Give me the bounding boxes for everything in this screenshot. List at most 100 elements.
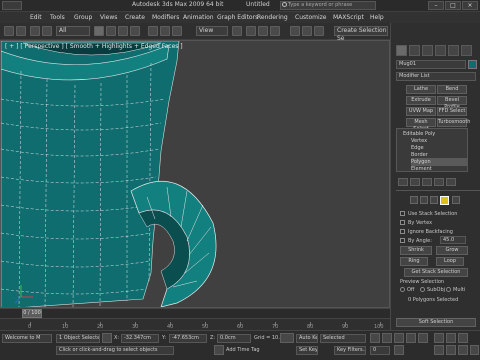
create-tab-icon[interactable] <box>396 45 407 56</box>
select-object-icon[interactable] <box>94 26 104 36</box>
next-frame-icon[interactable] <box>406 333 416 343</box>
unlink-icon[interactable] <box>42 26 52 36</box>
angle-snap-icon[interactable] <box>258 26 268 36</box>
menu-create[interactable]: Create <box>125 14 145 22</box>
configure-modifier-sets-icon[interactable] <box>446 178 456 186</box>
modifier-stack[interactable]: Editable Poly Vertex Edge Border Polygon… <box>396 128 468 172</box>
make-unique-icon[interactable] <box>422 178 432 186</box>
soft-selection-rollout[interactable]: Soft Selection <box>396 318 476 327</box>
time-slider-track[interactable] <box>0 308 390 318</box>
snap-toggle-icon[interactable] <box>246 26 256 36</box>
track-bar[interactable] <box>0 318 390 330</box>
key-icon[interactable] <box>280 333 294 343</box>
menu-edit[interactable]: Edit <box>30 14 42 22</box>
layer-manager-icon[interactable] <box>314 26 324 36</box>
time-tag-icon[interactable] <box>214 345 224 355</box>
bevel-profile-button[interactable]: Bevel Profile <box>437 96 467 110</box>
polygon-mode-icon[interactable] <box>440 196 449 205</box>
modify-tab-icon[interactable] <box>409 45 420 56</box>
orbit-icon[interactable] <box>458 345 468 355</box>
pin-stack-icon[interactable] <box>398 178 408 186</box>
show-end-result-icon[interactable] <box>410 178 420 186</box>
menu-help[interactable]: Help <box>370 14 384 22</box>
redo-icon[interactable] <box>16 26 26 36</box>
go-to-start-icon[interactable] <box>370 333 380 343</box>
loop-button[interactable]: Loop <box>436 257 464 266</box>
maxscript-listener-field[interactable]: Welcome to M <box>2 334 52 343</box>
menu-views[interactable]: Views <box>100 14 117 22</box>
display-tab-icon[interactable] <box>448 45 459 56</box>
go-to-end-icon[interactable] <box>418 333 428 343</box>
uvw-map-button[interactable]: UVW Map <box>406 107 436 116</box>
menu-group[interactable]: Group <box>74 14 92 22</box>
edge-mode-icon[interactable] <box>420 196 428 204</box>
menu-graph-editors[interactable]: Graph Editors <box>217 14 258 22</box>
zoom-extents-icon[interactable] <box>458 333 468 343</box>
rectangle-selection-icon[interactable] <box>118 26 128 36</box>
lathe-button[interactable]: Lathe <box>406 85 436 94</box>
key-mode-dropdown[interactable]: Selected <box>320 334 366 343</box>
by-angle-spinner[interactable]: 45.0 <box>440 236 466 244</box>
menu-maxscript[interactable]: MAXScript <box>333 14 364 22</box>
pan-view-icon[interactable] <box>446 345 456 355</box>
search-input[interactable]: Type a keyword or phrase <box>280 1 376 10</box>
window-crossing-icon[interactable] <box>130 26 140 36</box>
ffd-select-button[interactable]: FFD Select <box>437 107 467 116</box>
key-filters-button[interactable]: Key Filters... <box>334 346 366 355</box>
scale-icon[interactable] <box>172 26 182 36</box>
undo-icon[interactable] <box>4 26 14 36</box>
zoom-icon[interactable] <box>434 333 444 343</box>
lock-selection-icon[interactable] <box>102 333 112 343</box>
ignore-backfacing-checkbox[interactable] <box>400 229 405 234</box>
minimize-button[interactable]: – <box>428 1 444 10</box>
object-name-field[interactable]: Mug01 <box>396 60 466 69</box>
align-icon[interactable] <box>302 26 312 36</box>
ring-button[interactable]: Ring <box>400 257 428 266</box>
maximize-button[interactable]: □ <box>445 1 461 10</box>
link-icon[interactable] <box>30 26 40 36</box>
menu-customize[interactable]: Customize <box>295 14 327 22</box>
grow-button[interactable]: Grow <box>436 246 468 255</box>
current-frame-field[interactable]: 0 <box>370 346 390 355</box>
menu-animation[interactable]: Animation <box>183 14 214 22</box>
preview-subobj-radio[interactable] <box>420 287 425 292</box>
mesh-select-button[interactable]: Mesh Select <box>406 118 436 132</box>
modifier-list-dropdown[interactable]: Modifier List <box>396 72 476 81</box>
by-angle-checkbox[interactable] <box>400 238 405 243</box>
pivot-center-icon[interactable] <box>232 26 242 36</box>
preview-multi-radio[interactable] <box>446 287 451 292</box>
menu-modifiers[interactable]: Modifiers <box>152 14 179 22</box>
perspective-viewport[interactable]: [ + ] [ Perspective ] [ Smooth + Highlig… <box>0 40 390 308</box>
named-selection-dropdown[interactable]: Create Selection Se <box>334 26 388 42</box>
hierarchy-tab-icon[interactable] <box>422 45 433 56</box>
shrink-button[interactable]: Shrink <box>400 246 432 255</box>
object-color-swatch[interactable] <box>468 60 477 69</box>
motion-tab-icon[interactable] <box>435 45 446 56</box>
play-icon[interactable] <box>394 333 404 343</box>
previous-frame-icon[interactable] <box>382 333 392 343</box>
reference-coordinate-dropdown[interactable]: View <box>196 26 228 36</box>
use-stack-selection-checkbox[interactable] <box>400 211 405 216</box>
auto-key-button[interactable]: Auto Key <box>296 334 318 343</box>
border-mode-icon[interactable] <box>430 196 438 204</box>
bend-button[interactable]: Bend <box>437 85 467 94</box>
close-button[interactable]: × <box>462 1 478 10</box>
app-logo-icon[interactable] <box>2 1 22 10</box>
menu-rendering[interactable]: Rendering <box>257 14 288 22</box>
add-time-tag-label[interactable]: Add Time Tag <box>226 347 260 354</box>
select-by-name-icon[interactable] <box>106 26 116 36</box>
element-mode-icon[interactable] <box>452 196 460 204</box>
x-coordinate-field[interactable]: -32.347cm <box>121 334 159 343</box>
preview-off-radio[interactable] <box>400 287 405 292</box>
field-of-view-icon[interactable] <box>434 345 444 355</box>
get-stack-selection-button[interactable]: Get Stack Selection <box>404 268 468 277</box>
y-coordinate-field[interactable]: -47.653cm <box>169 334 207 343</box>
selection-filter-dropdown[interactable]: All <box>56 26 90 36</box>
vertex-mode-icon[interactable] <box>410 196 418 204</box>
time-configuration-icon[interactable] <box>394 345 404 355</box>
z-coordinate-field[interactable]: 0.0cm <box>217 334 251 343</box>
by-vertex-checkbox[interactable] <box>400 220 405 225</box>
stack-item-element[interactable]: Element <box>411 165 467 173</box>
zoom-all-icon[interactable] <box>446 333 456 343</box>
maximize-viewport-icon[interactable] <box>470 345 479 355</box>
